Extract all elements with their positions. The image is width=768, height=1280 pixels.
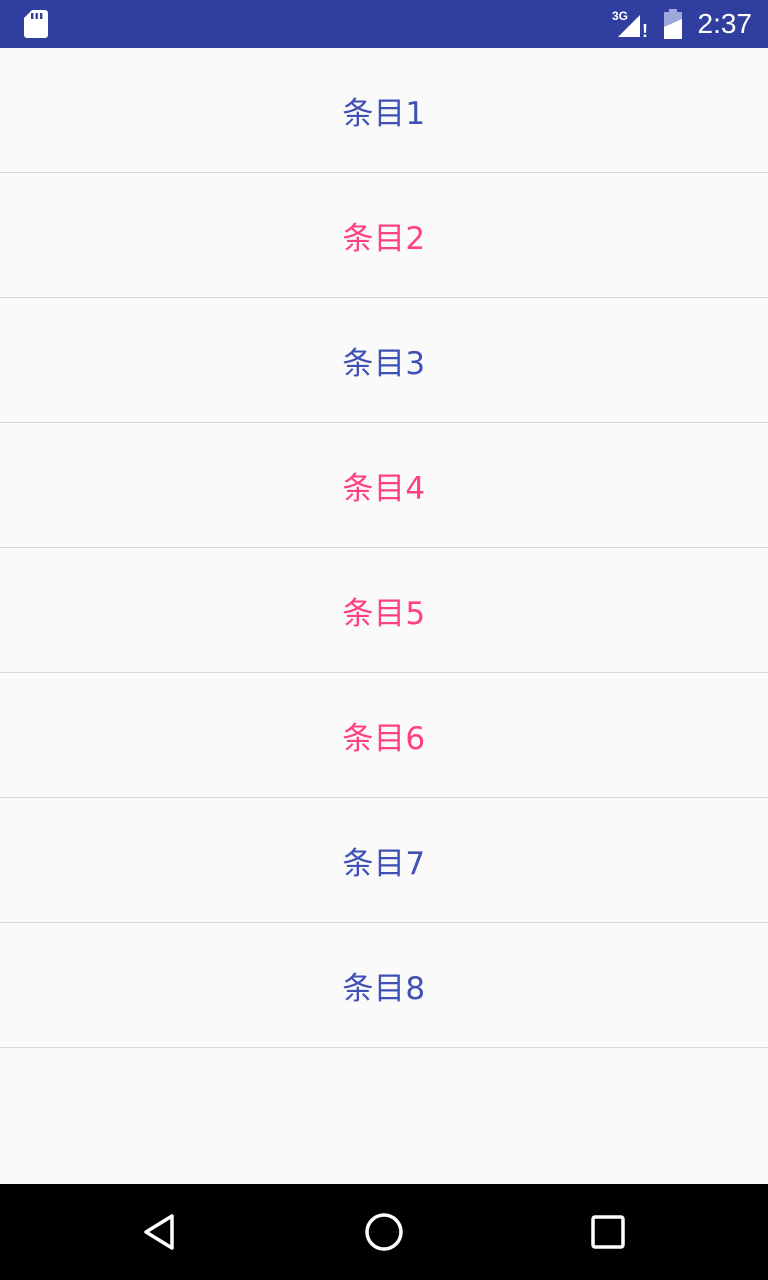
list-item-label: 条目1 bbox=[342, 95, 426, 132]
status-clock: 2:37 bbox=[697, 8, 753, 39]
list-item-label: 条目4 bbox=[342, 470, 426, 507]
list-item-label: 条目5 bbox=[342, 595, 426, 632]
back-icon bbox=[144, 1214, 174, 1250]
battery-icon bbox=[664, 9, 682, 39]
list-item[interactable]: 条目8 bbox=[0, 923, 768, 1048]
list-item[interactable]: 条目6 bbox=[0, 673, 768, 798]
list-item-label: 条目6 bbox=[342, 720, 426, 757]
status-bar: 3G ! 2:37 bbox=[0, 0, 768, 48]
list-item[interactable]: 条目1 bbox=[0, 48, 768, 173]
no-data-alert: ! bbox=[642, 21, 648, 39]
list-item[interactable]: 条目2 bbox=[0, 173, 768, 298]
list-item-label: 条目7 bbox=[342, 845, 426, 882]
list-item[interactable]: 条目5 bbox=[0, 548, 768, 673]
recents-button[interactable] bbox=[584, 1208, 632, 1256]
navigation-bar bbox=[0, 1184, 768, 1280]
list-item[interactable]: 条目4 bbox=[0, 423, 768, 548]
home-icon bbox=[365, 1213, 403, 1251]
list-item-label: 条目2 bbox=[342, 220, 426, 257]
list-item[interactable]: 条目3 bbox=[0, 298, 768, 423]
signal-icon: 3G ! bbox=[612, 9, 648, 39]
item-list: 条目1 条目2 条目3 条目4 条目5 条目6 条目7 条目8 bbox=[0, 48, 768, 1048]
home-button[interactable] bbox=[360, 1208, 408, 1256]
back-button[interactable] bbox=[136, 1208, 184, 1256]
network-type-label: 3G bbox=[612, 9, 628, 23]
screen: 3G ! 2:37 条目1 条目2 条目3 条目4 条目5 条目6 条目7 条目… bbox=[0, 0, 768, 1280]
list-item-label: 条目3 bbox=[342, 345, 426, 382]
sd-card-icon bbox=[24, 10, 48, 38]
recents-icon bbox=[591, 1215, 625, 1249]
list-item-label: 条目8 bbox=[342, 970, 426, 1007]
list-item[interactable]: 条目7 bbox=[0, 798, 768, 923]
